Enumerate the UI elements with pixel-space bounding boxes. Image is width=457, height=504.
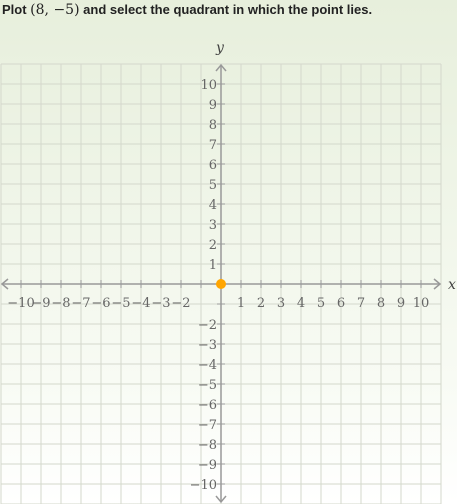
y-axis-tick-label: −9 (198, 458, 217, 473)
y-axis-tick-label: −5 (198, 378, 217, 393)
x-axis-tick-label: −7 (71, 296, 90, 311)
x-axis-tick-label: −5 (111, 296, 130, 311)
x-axis-tick-label: −9 (31, 296, 50, 311)
y-axis-tick-label: 8 (209, 118, 217, 133)
movable-point[interactable] (216, 279, 226, 289)
y-axis-tick-label: −7 (198, 418, 217, 433)
x-axis-tick-label: 7 (357, 296, 365, 311)
x-axis-tick-label: 2 (257, 296, 265, 311)
y-axis-tick-label: 10 (200, 78, 217, 93)
y-axis-tick-label: −4 (198, 358, 217, 373)
y-axis-tick-label: 7 (209, 138, 217, 153)
y-axis-tick-label: 1 (209, 258, 217, 273)
x-axis-tick-label: 10 (413, 296, 430, 311)
y-axis-tick-label: 3 (209, 218, 217, 233)
y-axis-label: y (215, 40, 225, 56)
y-axis-tick-label: −3 (198, 338, 217, 353)
x-axis-tick-label: −6 (91, 296, 110, 311)
x-axis-tick-label: 3 (277, 296, 285, 311)
y-axis-tick-label: 2 (209, 238, 217, 253)
y-axis-tick-label: −8 (198, 438, 217, 453)
y-axis-tick-label: −10 (190, 478, 217, 493)
y-axis-tick-label: 5 (209, 178, 217, 193)
x-axis-tick-label: 9 (397, 296, 405, 311)
x-axis-label: x (448, 277, 456, 293)
y-axis-tick-label: −6 (198, 398, 217, 413)
x-axis-tick-label: 1 (237, 296, 245, 311)
x-axis-tick-label: 8 (377, 296, 385, 311)
x-axis-tick-label: −2 (171, 296, 190, 311)
x-axis-tick-label: −8 (51, 296, 70, 311)
x-axis-tick-label: 4 (297, 296, 305, 311)
x-axis-tick-label: 5 (317, 296, 325, 311)
x-axis-tick-label: −4 (131, 296, 150, 311)
coordinate-plane[interactable]: −10−9 −8 −7 −6 −5 −4 −3 −2 1 2 3 4 5 6 7 8 9 101098765432… (0, 0, 457, 504)
y-axis-tick-label: 4 (209, 198, 217, 213)
y-axis-tick-label: 9 (209, 98, 217, 113)
y-axis-tick-label: 6 (209, 158, 217, 173)
y-axis-tick-label: −2 (198, 318, 217, 333)
x-axis-tick-label: 6 (337, 296, 345, 311)
x-axis-tick-label: −3 (151, 296, 170, 311)
